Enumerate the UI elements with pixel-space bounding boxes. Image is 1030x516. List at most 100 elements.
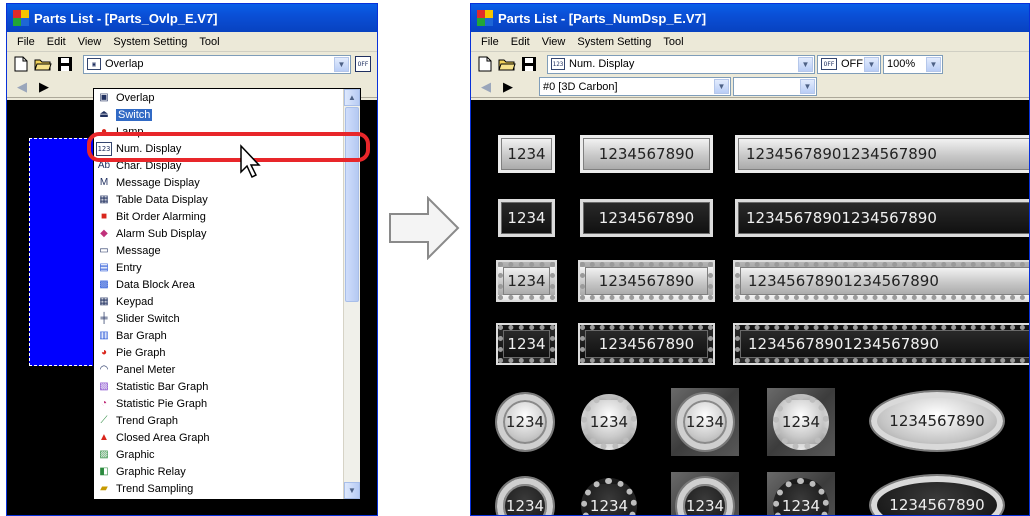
- menu-edit[interactable]: Edit: [41, 36, 72, 48]
- num-display-part[interactable]: 12345678901234567890: [735, 135, 1029, 173]
- app-icon: [477, 10, 493, 26]
- dropdown-item[interactable]: ◠ Panel Meter: [94, 361, 343, 378]
- dropdown-item[interactable]: ▦ Keypad: [94, 293, 343, 310]
- left-title-bar[interactable]: Parts List - [Parts_Ovlp_E.V7]: [7, 4, 377, 32]
- menu-file[interactable]: File: [475, 36, 505, 48]
- scroll-down-icon[interactable]: ▼: [344, 482, 360, 499]
- forward-arrow-icon[interactable]: ▶: [33, 77, 55, 97]
- back-arrow-icon[interactable]: ◀: [11, 77, 33, 97]
- display-value: 12345678901234567890: [746, 209, 937, 227]
- open-folder-icon[interactable]: [497, 54, 517, 74]
- display-value: 1234567890: [598, 209, 695, 227]
- chevron-down-icon[interactable]: ▼: [926, 56, 941, 72]
- round-num-display-part[interactable]: 1234: [581, 394, 637, 450]
- right-edit-canvas[interactable]: 1234 1234567890 12345678901234567890 123…: [471, 100, 1029, 515]
- dropdown-item[interactable]: ▣ Overlap: [94, 89, 343, 106]
- new-file-icon[interactable]: [11, 54, 31, 74]
- right-title-bar[interactable]: Parts List - [Parts_NumDsp_E.V7]: [471, 4, 1029, 32]
- dropdown-item[interactable]: ◕ Pie Graph: [94, 344, 343, 361]
- style-combo[interactable]: #0 [3D Carbon] ▼: [539, 77, 731, 96]
- num-display-part[interactable]: 1234567890: [580, 135, 713, 173]
- menu-file[interactable]: File: [11, 36, 41, 48]
- off-state-combo[interactable]: OFF OFF ▼: [817, 54, 881, 74]
- style-secondary-combo[interactable]: ▼: [733, 77, 817, 96]
- dropdown-item[interactable]: ■ Bit Order Alarming: [94, 208, 343, 225]
- back-arrow-icon[interactable]: ◀: [475, 77, 497, 97]
- trend-sampling-icon: ▰: [100, 483, 108, 494]
- dropdown-item[interactable]: ◆ Alarm Sub Display: [94, 225, 343, 242]
- oval-num-display-part[interactable]: 1234567890: [871, 476, 1003, 515]
- num-display-part[interactable]: 1234: [498, 199, 555, 237]
- num-display-part[interactable]: 12345678901234567890: [735, 199, 1029, 237]
- menu-tool[interactable]: Tool: [657, 36, 689, 48]
- dropdown-item-label: Table Data Display: [116, 193, 208, 206]
- save-disk-icon[interactable]: [55, 54, 75, 74]
- num-display-part[interactable]: 1234567890: [578, 323, 715, 365]
- num-display-highlight: [87, 132, 370, 162]
- round-num-display-part[interactable]: 1234: [773, 394, 829, 450]
- dropdown-item[interactable]: ⟋ Trend Graph: [94, 412, 343, 429]
- off-state-value: OFF: [841, 58, 863, 70]
- chevron-down-icon[interactable]: ▼: [798, 56, 813, 72]
- dropdown-item[interactable]: ▧ Statistic Bar Graph: [94, 378, 343, 395]
- dropdown-item[interactable]: ▲ Closed Area Graph: [94, 429, 343, 446]
- message-icon: ▭: [99, 245, 109, 256]
- right-window-title: Parts List - [Parts_NumDsp_E.V7]: [498, 10, 707, 26]
- display-value: 1234567890: [598, 335, 695, 353]
- num-display-part[interactable]: 12345678901234567890: [733, 260, 1029, 302]
- dropdown-item[interactable]: ▩ Data Block Area: [94, 276, 343, 293]
- forward-arrow-icon[interactable]: ▶: [497, 77, 519, 97]
- chevron-down-icon[interactable]: ▼: [800, 79, 815, 94]
- dropdown-item[interactable]: ◧ Graphic Relay: [94, 463, 343, 480]
- display-value: 1234: [781, 497, 821, 515]
- bar-graph-icon: ▥: [99, 330, 109, 341]
- num-display-part[interactable]: 1234: [496, 260, 557, 302]
- round-num-display-part[interactable]: 1234: [497, 478, 553, 515]
- zoom-combo[interactable]: 100% ▼: [883, 54, 943, 74]
- menu-system-setting[interactable]: System Setting: [107, 36, 193, 48]
- num-display-part[interactable]: 12345678901234567890: [733, 323, 1029, 365]
- chevron-down-icon[interactable]: ▼: [864, 56, 879, 72]
- left-part-type-combo[interactable]: ▣ Overlap ▼: [83, 54, 351, 74]
- dropdown-item[interactable]: M Message Display: [94, 174, 343, 191]
- dropdown-item[interactable]: ▦ Table Data Display: [94, 191, 343, 208]
- display-value: 12345678901234567890: [748, 335, 939, 353]
- dropdown-item[interactable]: ◔ Statistic Pie Graph: [94, 395, 343, 412]
- dropdown-item[interactable]: ▰ Trend Sampling: [94, 480, 343, 497]
- open-folder-icon[interactable]: [33, 54, 53, 74]
- dropdown-item-label: Graphic: [116, 448, 155, 461]
- dropdown-item[interactable]: ▤ Entry: [94, 259, 343, 276]
- chevron-down-icon[interactable]: ▼: [334, 56, 349, 72]
- num-display-part[interactable]: 1234567890: [578, 260, 715, 302]
- round-num-display-part[interactable]: 1234: [497, 394, 553, 450]
- right-part-type-combo[interactable]: 123 Num. Display ▼: [547, 54, 815, 74]
- off-toggle-icon[interactable]: OFF: [355, 56, 371, 72]
- num-display-part[interactable]: 1234: [498, 135, 555, 173]
- dropdown-item[interactable]: ╪ Slider Switch: [94, 310, 343, 327]
- menu-view[interactable]: View: [72, 36, 108, 48]
- dropdown-item[interactable]: ▭ Message: [94, 242, 343, 259]
- round-num-display-part[interactable]: 1234: [581, 478, 637, 515]
- menu-tool[interactable]: Tool: [193, 36, 225, 48]
- menu-edit[interactable]: Edit: [505, 36, 536, 48]
- oval-num-display-part[interactable]: 1234567890: [871, 392, 1003, 450]
- dropdown-item[interactable]: ▥ Bar Graph: [94, 327, 343, 344]
- menu-view[interactable]: View: [536, 36, 572, 48]
- round-num-display-part[interactable]: 1234: [677, 394, 733, 450]
- display-value: 1234: [781, 413, 821, 431]
- save-disk-icon[interactable]: [519, 54, 539, 74]
- display-value: 1234: [507, 272, 546, 290]
- num-display-part[interactable]: 1234: [496, 323, 557, 365]
- new-file-icon[interactable]: [475, 54, 495, 74]
- dropdown-item[interactable]: ▨ Graphic: [94, 446, 343, 463]
- display-value: 1234567890: [598, 145, 695, 163]
- overlap-icon: ▣: [99, 92, 109, 103]
- dropdown-item[interactable]: ⏏ Switch: [94, 106, 343, 123]
- dropdown-item-label: Trend Graph: [116, 414, 178, 427]
- dropdown-item-label: Message: [116, 244, 161, 257]
- chevron-down-icon[interactable]: ▼: [714, 79, 729, 94]
- menu-system-setting[interactable]: System Setting: [571, 36, 657, 48]
- mouse-pointer-icon: [240, 144, 261, 179]
- scroll-up-icon[interactable]: ▲: [344, 89, 360, 106]
- num-display-part[interactable]: 1234567890: [580, 199, 713, 237]
